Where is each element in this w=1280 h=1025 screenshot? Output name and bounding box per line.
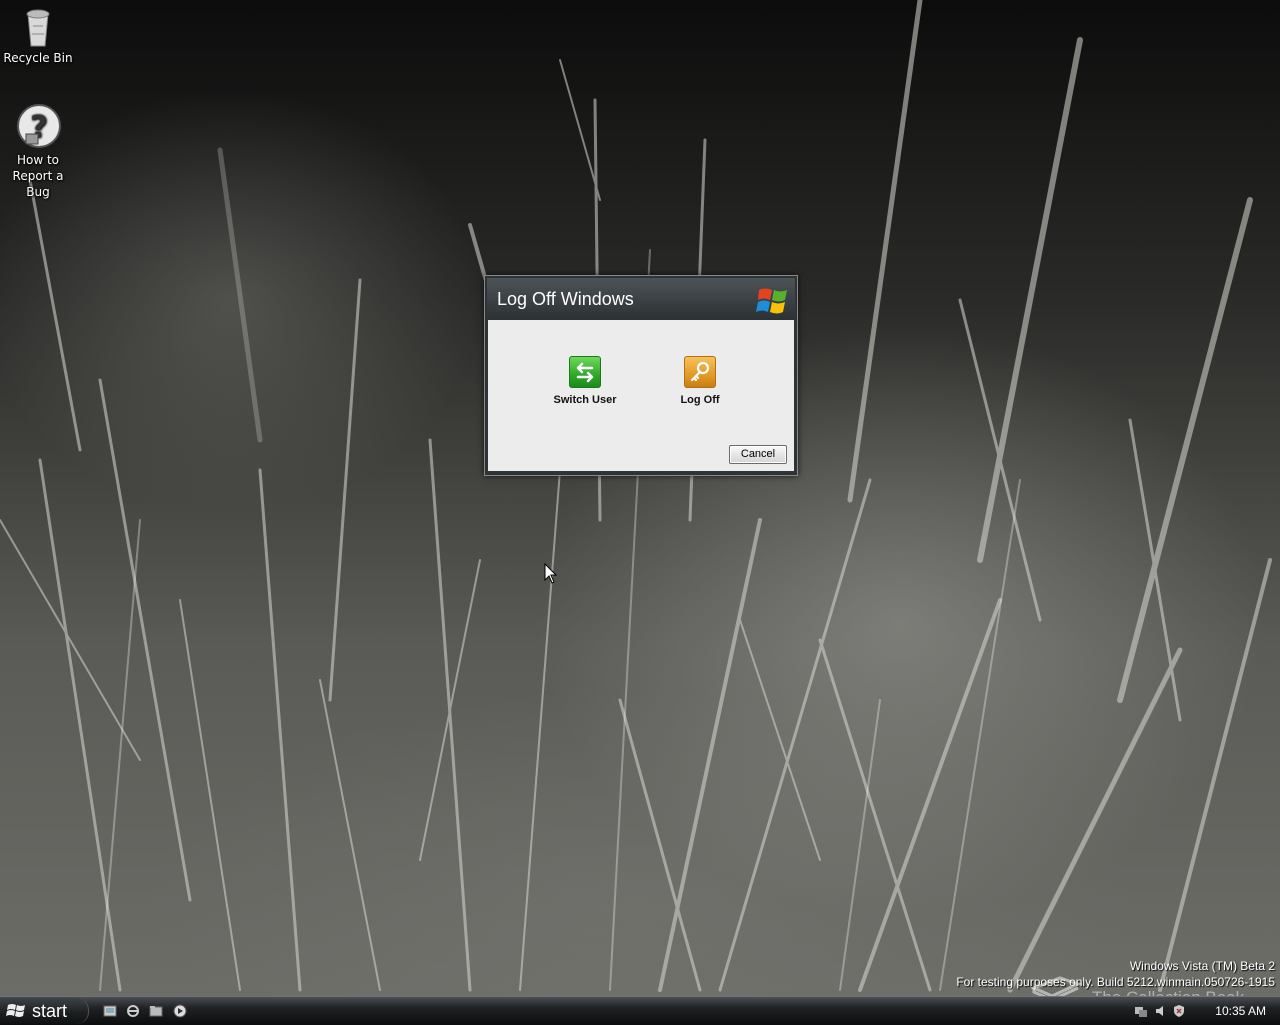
windows-flag-logo: [756, 288, 787, 314]
help-question-icon: ?: [17, 104, 61, 148]
dialog-body: Switch User Log Off Cancel: [488, 320, 794, 471]
switch-user-label: Switch User: [553, 394, 617, 406]
start-label: start: [32, 1000, 68, 1021]
log-off-dialog: Log Off Windows Switch User Log Off Canc…: [484, 275, 798, 476]
security-shield-icon[interactable]: [1172, 1004, 1186, 1018]
watermark-line1: Windows Vista (TM) Beta 2: [1129, 959, 1275, 973]
network-icon[interactable]: [1134, 1004, 1148, 1018]
desktop: Recycle Bin ? How to Report a Bug Log Of…: [0, 0, 1280, 996]
grass-wallpaper: [0, 0, 1272, 993]
recycle-bin-icon: [26, 9, 50, 47]
start-button[interactable]: start: [0, 998, 89, 1024]
clock[interactable]: 10:35 AM: [1215, 1004, 1266, 1018]
mouse-cursor-icon: [544, 563, 558, 584]
show-desktop-icon[interactable]: [102, 1003, 118, 1019]
switch-user-button[interactable]: Switch User: [540, 356, 630, 406]
desktop-icon-label: Recycle Bin: [3, 51, 73, 65]
media-player-icon[interactable]: [172, 1003, 188, 1019]
desktop-icon-report-bug[interactable]: ? How to Report a Bug: [0, 104, 76, 200]
switch-user-arrows-icon: [569, 356, 601, 388]
taskbar: start 10:35 AM: [0, 996, 1280, 1025]
cancel-button[interactable]: Cancel: [729, 445, 787, 464]
windows-explorer-icon[interactable]: [148, 1003, 164, 1019]
desktop-icon-label-line1: How to: [16, 153, 60, 167]
overlay-watermark: The Collection Book: [1030, 976, 1275, 996]
dialog-title-bar: Log Off Windows: [487, 278, 795, 320]
desktop-icon-label-line2: Report a Bug: [12, 169, 64, 199]
overlay-watermark-text: The Collection Book: [1092, 988, 1244, 996]
book-icon: [1030, 976, 1082, 996]
dialog-title: Log Off Windows: [497, 289, 634, 309]
key-icon: [684, 356, 716, 388]
desktop-icon-recycle-bin[interactable]: Recycle Bin: [0, 4, 76, 66]
volume-icon[interactable]: [1154, 1004, 1168, 1018]
internet-explorer-icon[interactable]: [125, 1003, 141, 1019]
windows-start-icon: [6, 1004, 25, 1017]
log-off-label: Log Off: [680, 394, 720, 406]
log-off-button[interactable]: Log Off: [655, 356, 745, 406]
system-tray: 10:35 AM: [1130, 998, 1280, 1024]
